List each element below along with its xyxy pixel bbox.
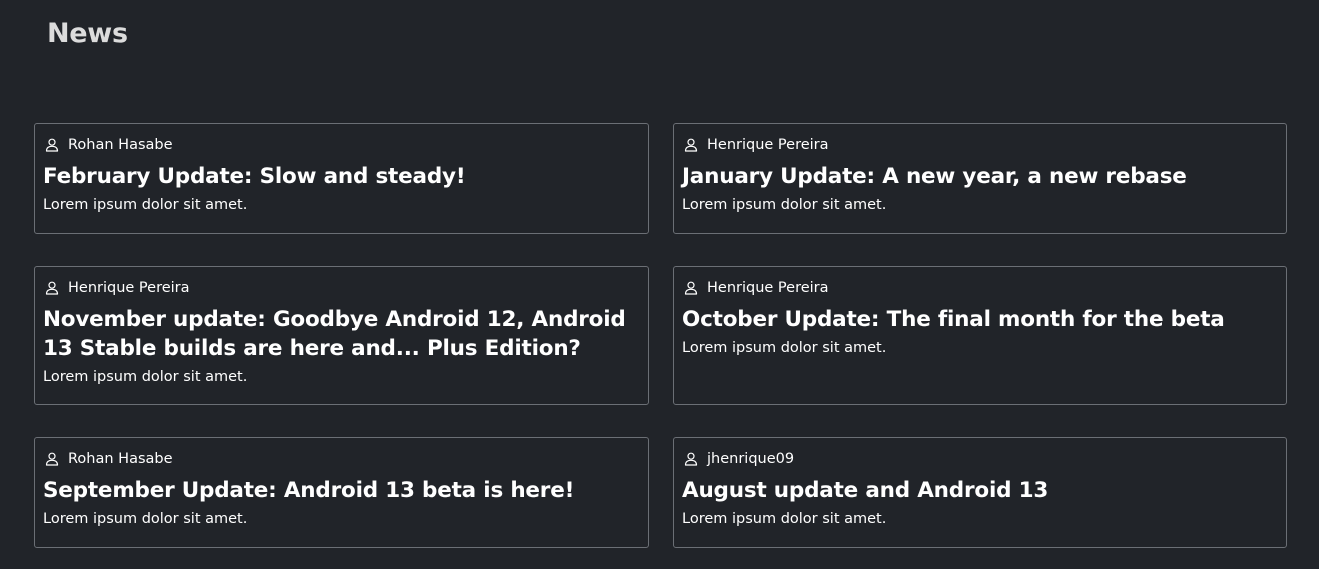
news-card[interactable]: Henrique Pereira November update: Goodby… <box>34 266 649 405</box>
card-author: Rohan Hasabe <box>43 450 640 468</box>
card-title[interactable]: January Update: A new year, a new rebase <box>682 162 1278 191</box>
card-author: Henrique Pereira <box>682 136 1278 154</box>
news-card[interactable]: Henrique Pereira October Update: The fin… <box>673 266 1287 405</box>
author-name: Henrique Pereira <box>707 280 829 296</box>
page-title: News <box>47 18 128 49</box>
card-title[interactable]: August update and Android 13 <box>682 476 1278 505</box>
card-author: jhenrique09 <box>682 450 1278 468</box>
card-excerpt: Lorem ipsum dolor sit amet. <box>43 369 248 385</box>
author-name: Henrique Pereira <box>68 280 190 296</box>
card-author: Rohan Hasabe <box>43 136 640 154</box>
news-card[interactable]: Rohan Hasabe September Update: Android 1… <box>34 437 649 548</box>
person-icon <box>684 138 698 152</box>
card-excerpt: Lorem ipsum dolor sit amet. <box>682 511 887 527</box>
card-excerpt: Lorem ipsum dolor sit amet. <box>682 340 887 356</box>
card-excerpt: Lorem ipsum dolor sit amet. <box>682 197 887 213</box>
card-excerpt: Lorem ipsum dolor sit amet. <box>43 197 248 213</box>
person-icon <box>45 281 59 295</box>
card-author: Henrique Pereira <box>682 279 1278 297</box>
card-title[interactable]: November update: Goodbye Android 12, And… <box>43 305 640 363</box>
news-grid: Rohan Hasabe February Update: Slow and s… <box>34 123 1287 548</box>
person-icon <box>45 452 59 466</box>
card-excerpt: Lorem ipsum dolor sit amet. <box>43 511 248 527</box>
card-title[interactable]: September Update: Android 13 beta is her… <box>43 476 640 505</box>
card-title[interactable]: October Update: The final month for the … <box>682 305 1278 334</box>
news-card[interactable]: Henrique Pereira January Update: A new y… <box>673 123 1287 234</box>
author-name: Rohan Hasabe <box>68 451 173 467</box>
person-icon <box>45 138 59 152</box>
news-card[interactable]: jhenrique09 August update and Android 13… <box>673 437 1287 548</box>
card-title[interactable]: February Update: Slow and steady! <box>43 162 640 191</box>
person-icon <box>684 281 698 295</box>
news-card[interactable]: Rohan Hasabe February Update: Slow and s… <box>34 123 649 234</box>
author-name: jhenrique09 <box>707 451 795 467</box>
person-icon <box>684 452 698 466</box>
author-name: Henrique Pereira <box>707 137 829 153</box>
author-name: Rohan Hasabe <box>68 137 173 153</box>
card-author: Henrique Pereira <box>43 279 640 297</box>
